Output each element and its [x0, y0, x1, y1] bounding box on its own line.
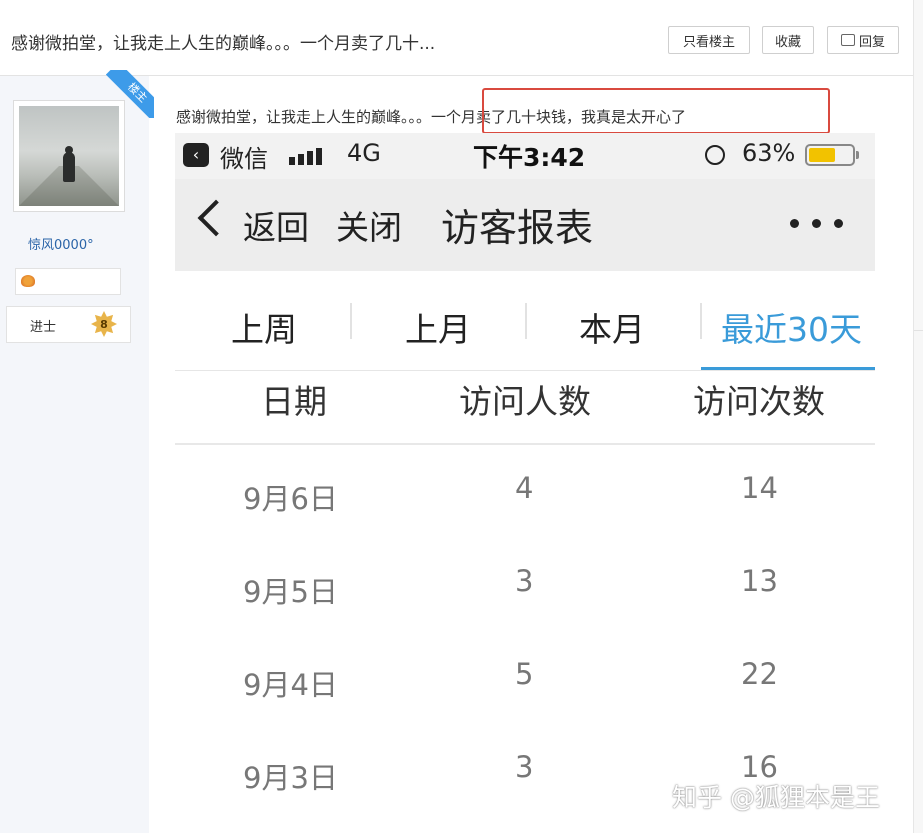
level-number: 8	[100, 317, 108, 331]
username-link[interactable]: 惊风0000°	[28, 234, 94, 253]
avatar[interactable]	[19, 106, 119, 206]
rank-box: 进士 8	[6, 306, 131, 343]
row-date: 9月5日	[243, 575, 338, 609]
row-visitors: 5	[515, 657, 534, 691]
medal-icon[interactable]	[21, 275, 35, 287]
highlight-annotation	[482, 88, 830, 134]
only-author-button[interactable]: 只看楼主	[668, 26, 750, 54]
medal-box	[15, 268, 121, 295]
rank-label: 进士	[30, 320, 57, 335]
signal-icon	[289, 145, 329, 165]
close-button[interactable]: 关闭	[336, 201, 402, 249]
author-badge: 楼主	[106, 70, 154, 118]
post-title: 感谢微拍堂，让我走上人生的巅峰。。。一个月卖了几十...	[11, 34, 436, 54]
post-header: 感谢微拍堂，让我走上人生的巅峰。。。一个月卖了几十... 只看楼主 收藏 回复	[0, 0, 913, 76]
row-date: 9月3日	[243, 761, 338, 795]
chevron-left-icon[interactable]	[197, 199, 235, 237]
status-time: 下午3:42	[473, 143, 586, 172]
phone-screenshot: ‹ 微信 4G 下午3:42 63% 返回 关闭 访客报表 上周 上月 本月 最…	[175, 133, 875, 833]
row-date: 9月4日	[243, 668, 338, 702]
battery-percent: 63%	[742, 139, 796, 167]
page-title: 访客报表	[441, 206, 594, 250]
scrollbar-track[interactable]	[913, 0, 923, 833]
back-button[interactable]: 返回	[243, 201, 309, 249]
row-visits: 22	[741, 657, 778, 691]
battery-icon	[805, 144, 859, 166]
watermark: 知乎 @狐狸本是王	[672, 783, 880, 812]
tab-last-week[interactable]: 上周	[231, 303, 297, 351]
row-visitors: 4	[515, 471, 534, 505]
comment-icon	[840, 34, 855, 46]
author-badge-label: 楼主	[106, 70, 154, 118]
more-icon[interactable]	[790, 219, 850, 229]
level-star-icon: 8	[91, 311, 117, 337]
row-visits: 13	[741, 564, 778, 598]
tab-last-month[interactable]: 上月	[405, 303, 471, 351]
row-visits: 14	[741, 471, 778, 505]
rotation-lock-icon	[705, 145, 725, 165]
column-header-visits: 访问次数	[693, 382, 825, 421]
reply-button-label: 回复	[858, 34, 885, 50]
back-to-app-icon: ‹	[183, 143, 209, 167]
column-header-visitors: 访问人数	[459, 382, 591, 421]
tab-last-30-days[interactable]: 最近30天	[721, 303, 862, 351]
network-type: 4G	[347, 139, 381, 167]
row-visitors: 3	[515, 750, 534, 784]
row-visitors: 3	[515, 564, 534, 598]
table-header: 日期 访问人数 访问次数	[175, 371, 875, 445]
row-date: 9月6日	[243, 482, 338, 516]
user-panel: 楼主 惊风0000° 进士 8	[0, 70, 154, 833]
phone-nav-bar: 返回 关闭 访客报表	[175, 179, 875, 271]
period-tabs: 上周 上月 本月 最近30天	[175, 271, 875, 371]
tab-this-month[interactable]: 本月	[579, 303, 645, 351]
favorite-button[interactable]: 收藏	[762, 26, 814, 54]
reply-button[interactable]: 回复	[827, 26, 899, 54]
phone-status-bar: ‹ 微信 4G 下午3:42 63%	[175, 133, 875, 179]
status-app-name: 微信	[220, 145, 268, 173]
column-header-date: 日期	[261, 382, 327, 421]
